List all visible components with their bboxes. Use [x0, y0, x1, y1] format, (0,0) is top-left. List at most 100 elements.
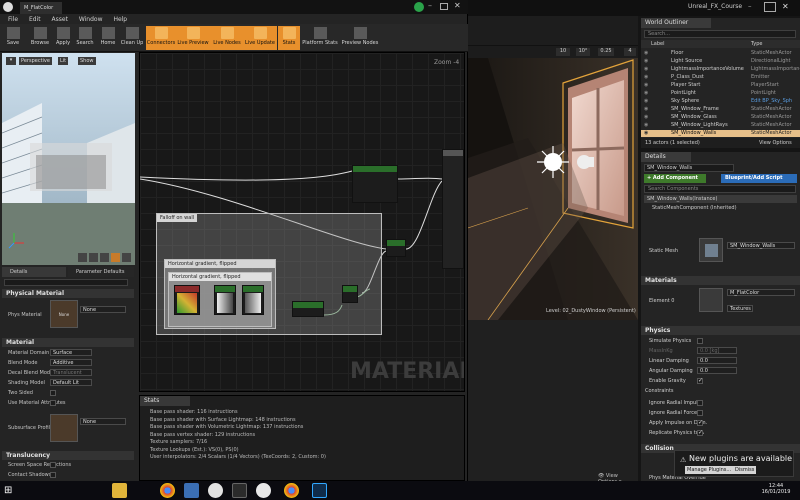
camera-speed-value[interactable]: 4	[624, 48, 636, 56]
lit-button[interactable]: Lit	[58, 57, 69, 65]
texcoord-node[interactable]	[174, 285, 200, 315]
toolbar-live-preview-button[interactable]: Live Preview	[176, 26, 210, 50]
toolbar-home-button[interactable]: Home	[96, 26, 120, 50]
material-textures-dropdown[interactable]: Textures	[727, 305, 753, 312]
column-label-header[interactable]: Label	[651, 40, 665, 48]
outliner-row[interactable]: ◉ SM_Window_Walls StaticMeshActor	[641, 130, 800, 138]
taskbar-app-icon-a[interactable]	[184, 483, 199, 498]
physical-material-section[interactable]: Physical Material	[2, 289, 134, 298]
visibility-eye-icon[interactable]: ◉	[644, 122, 648, 129]
toolbar-preview-nodes-button[interactable]: Preview Nodes	[340, 26, 380, 50]
toolbar-clean-up-button[interactable]: Clean Up	[118, 26, 146, 50]
snap-scale-value[interactable]: 0.25	[598, 48, 614, 56]
outliner-view-options[interactable]: View Options	[759, 138, 792, 148]
world-outliner-tab[interactable]: World Outliner	[641, 18, 711, 28]
preview-mesh-button[interactable]	[122, 253, 131, 262]
materials-section[interactable]: Materials	[641, 276, 800, 285]
material-prop-checkbox[interactable]	[50, 400, 56, 406]
one-minus-node[interactable]	[292, 301, 324, 317]
constraint-prop-checkbox[interactable]	[697, 410, 703, 416]
outliner-search-input[interactable]: Search...	[644, 30, 796, 38]
translucency-prop-checkbox[interactable]	[50, 462, 56, 468]
taskbar-chrome-icon[interactable]	[160, 483, 175, 498]
outliner-row[interactable]: ◉ SM_Window_LightRays StaticMeshActor	[641, 122, 800, 129]
material-prop-dropdown[interactable]: Additive	[50, 359, 92, 366]
menu-asset[interactable]: Asset	[52, 16, 68, 23]
preview-cube-button[interactable]	[111, 253, 120, 262]
source-control-icon[interactable]	[414, 2, 424, 12]
visibility-eye-icon[interactable]: ◉	[644, 66, 648, 73]
material-dropdown[interactable]: M_FlatColor	[727, 289, 795, 296]
toolbar-connectors-button[interactable]: Connectors	[146, 26, 176, 50]
mask-node-b[interactable]	[242, 285, 264, 315]
constraints-label[interactable]: Constraints	[645, 388, 674, 394]
show-button[interactable]: Show	[78, 57, 96, 65]
level-viewport[interactable]: Level: 02_DustyWindow (Persistent)	[468, 58, 638, 320]
phys-material-thumbnail[interactable]: None	[50, 300, 78, 328]
details-search-input[interactable]	[4, 279, 128, 286]
physics-prop-field[interactable]: 0.0	[697, 367, 737, 374]
mat-close-button[interactable]: ✕	[454, 1, 461, 10]
subsurface-dropdown[interactable]: None	[80, 418, 126, 425]
material-output-node[interactable]	[442, 149, 464, 269]
visibility-eye-icon[interactable]: ◉	[644, 50, 648, 57]
outliner-row[interactable]: ◉ Light Source DirectionalLight	[641, 58, 800, 65]
outliner-row[interactable]: ◉ SM_Window_Glass StaticMeshActor	[641, 114, 800, 121]
physics-prop-field[interactable]: 0.0	[697, 357, 737, 364]
toolbar-save-button[interactable]: Save	[0, 26, 26, 50]
taskbar-unreal-icon[interactable]	[256, 483, 271, 498]
outliner-row[interactable]: ◉ Player Start PlayerStart	[641, 82, 800, 89]
visibility-eye-icon[interactable]: ◉	[644, 106, 648, 113]
blueprint-script-button[interactable]: Blueprint/Add Script	[721, 174, 797, 183]
dismiss-button[interactable]: Dismiss	[733, 466, 757, 474]
physics-prop-checkbox[interactable]	[697, 377, 703, 384]
phys-material-dropdown[interactable]: None	[80, 306, 126, 313]
material-prop-dropdown[interactable]: Default Lit	[50, 379, 92, 386]
parameter-defaults-tab[interactable]: Parameter Defaults	[68, 267, 134, 277]
minimize-button[interactable]: –	[748, 2, 760, 12]
taskbar-explorer-icon[interactable]	[112, 483, 127, 498]
windows-start-icon[interactable]: ⊞	[4, 483, 19, 498]
subsurface-thumbnail[interactable]	[50, 414, 78, 442]
actor-name-field[interactable]: SM_Window_Walls	[644, 164, 734, 172]
snap-rotation-value[interactable]: 10°	[576, 48, 590, 56]
close-button[interactable]: ✕	[782, 2, 794, 12]
static-mesh-dropdown[interactable]: SM_Window_Walls	[727, 242, 795, 249]
preview-cylinder-button[interactable]	[78, 253, 87, 262]
toolbar-search-button[interactable]: Search	[72, 26, 98, 50]
physics-prop-field[interactable]: 0.0 [kg]	[697, 347, 737, 354]
material-prop-dropdown[interactable]: Surface	[50, 349, 92, 356]
outliner-row[interactable]: ◉ LightmassImportanceVolume LightmassImpor…	[641, 66, 800, 73]
constraint-prop-checkbox[interactable]	[697, 419, 703, 426]
translucency-section[interactable]: Translucency	[2, 451, 134, 460]
snap-grid-value[interactable]: 10	[556, 48, 570, 56]
constraint-prop-checkbox[interactable]	[697, 400, 703, 406]
component-root-item[interactable]: SM_Window_Walls(Instance)	[644, 195, 797, 203]
manage-plugins-button[interactable]: Manage Plugins...	[685, 466, 734, 474]
outliner-row[interactable]: ◉ SM_Window_Frame StaticMeshActor	[641, 106, 800, 113]
mask-node-a[interactable]	[214, 285, 236, 315]
physics-section[interactable]: Physics	[641, 326, 800, 335]
material-tab[interactable]: M_FlatColor	[20, 2, 62, 14]
taskbar-clock[interactable]: 12:44 16/01/2019	[758, 483, 794, 495]
visibility-eye-icon[interactable]: ◉	[644, 130, 648, 137]
menu-window[interactable]: Window	[79, 16, 103, 23]
outliner-row[interactable]: ◉ P_Class_Dust Emitter	[641, 74, 800, 81]
static-mesh-thumbnail[interactable]	[699, 238, 723, 262]
graph-node-multiply[interactable]	[352, 165, 398, 203]
visibility-eye-icon[interactable]: ◉	[644, 114, 648, 121]
details-tab[interactable]: Details	[641, 152, 691, 162]
power-node[interactable]	[342, 285, 358, 303]
menu-help[interactable]: Help	[113, 16, 127, 23]
component-child-item[interactable]: StaticMeshComponent (Inherited)	[649, 204, 797, 212]
preview-sphere-button[interactable]	[89, 253, 98, 262]
material-section[interactable]: Material	[2, 338, 134, 347]
material-graph[interactable]: Zoom -4 MATERIAL Falloff on wall Horizon…	[139, 52, 465, 392]
material-thumbnail[interactable]	[699, 288, 723, 312]
components-search-input[interactable]: Search Components	[644, 185, 796, 193]
visibility-eye-icon[interactable]: ◉	[644, 74, 648, 81]
toolbar-live-nodes-button[interactable]: Live Nodes	[210, 26, 244, 50]
toolbar-platform-stats-button[interactable]: Platform Stats	[302, 26, 338, 50]
viewport-options-button[interactable]: ▾	[6, 57, 16, 65]
outliner-row[interactable]: ◉ Floor StaticMeshActor	[641, 50, 800, 57]
